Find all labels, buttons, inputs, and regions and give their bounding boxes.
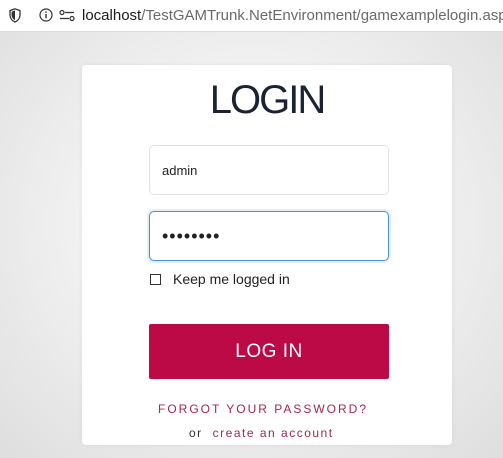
or-text: or — [189, 426, 203, 440]
forgot-password-link[interactable]: FORGOT YOUR PASSWORD? — [158, 402, 368, 416]
page-title: LOGIN — [209, 78, 326, 122]
shield-icon[interactable] — [9, 8, 21, 23]
browser-address-bar: localhost/TestGAMTrunk.NetEnvironment/ga… — [0, 0, 503, 32]
password-field[interactable] — [149, 211, 389, 261]
create-account-row: or create an account — [189, 426, 334, 440]
remember-me-label[interactable]: Keep me logged in — [173, 271, 290, 287]
login-button[interactable]: LOG IN — [149, 324, 389, 379]
remember-me-row[interactable]: Keep me logged in — [149, 270, 290, 288]
url-path: /TestGAMTrunk.NetEnvironment/gamexamplel… — [141, 7, 503, 24]
username-field[interactable] — [149, 145, 389, 195]
address-url[interactable]: localhost/TestGAMTrunk.NetEnvironment/ga… — [82, 7, 503, 25]
info-icon[interactable] — [39, 8, 53, 22]
url-host: localhost — [82, 7, 142, 24]
permissions-icon[interactable] — [59, 9, 75, 22]
remember-me-checkbox[interactable] — [150, 273, 161, 285]
create-account-link[interactable]: create an account — [213, 426, 334, 440]
